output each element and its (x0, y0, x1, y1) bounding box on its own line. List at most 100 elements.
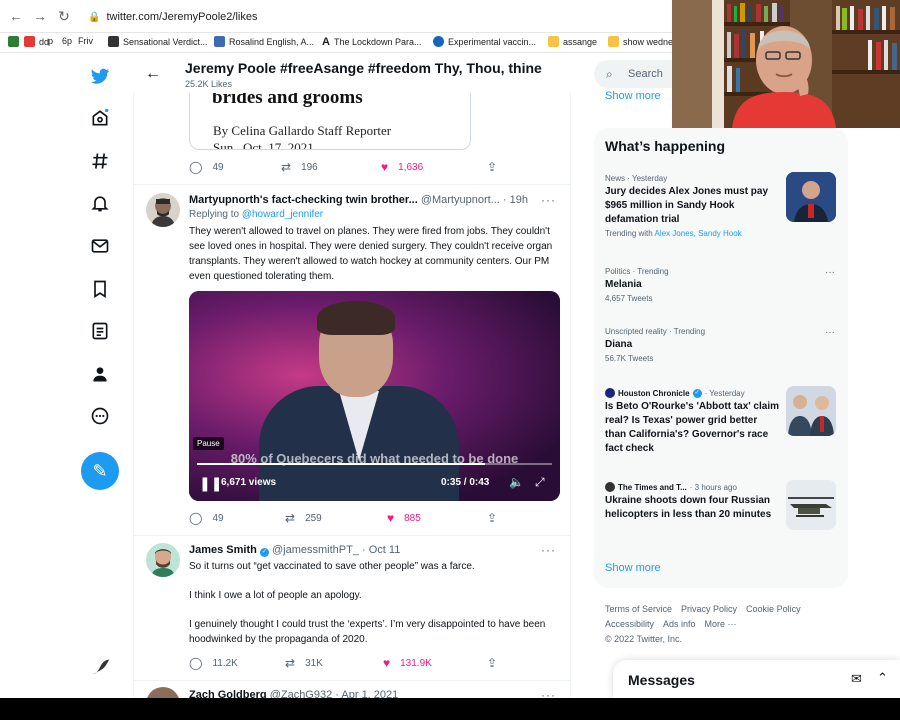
tweet-time[interactable]: · Apr 1, 2021 (335, 689, 398, 698)
copyright: © 2022 Twitter, Inc. (605, 634, 683, 644)
footer-link[interactable]: Privacy Policy (681, 604, 737, 614)
author-handle[interactable]: @ZachG932 (270, 689, 333, 698)
video-player[interactable]: Pause 80% of Quebecers did what needed t… (189, 291, 560, 501)
author-name[interactable]: James Smith (189, 544, 257, 556)
reply-icon: ◯ (189, 656, 203, 670)
tweet-actions: ◯ 49 ⇄ 196 ♥ 1,636 ⇪ (189, 160, 509, 176)
search-input[interactable]: ⌕ Search (594, 60, 684, 88)
footer-link[interactable]: Terms of Service (605, 604, 672, 614)
trend-item[interactable]: Houston Chronicle ✓ · Yesterday Is Beto O'… (605, 386, 841, 456)
video-progress-bar[interactable] (197, 463, 552, 465)
heart-filled-icon: ♥ (381, 160, 389, 174)
lists-icon[interactable] (90, 321, 110, 341)
footer-link[interactable]: More ··· (705, 619, 737, 629)
bookmark[interactable]: A The Lockdown Para... (322, 36, 422, 48)
trend-item[interactable]: Unscripted reality · Trending Diana 56.7… (605, 327, 841, 363)
pause-icon[interactable]: ❚❚ (199, 475, 222, 492)
messages-drawer[interactable]: Messages ✉ ⌃ (613, 660, 900, 700)
news-thumbnail (786, 386, 836, 436)
bookmark-folder[interactable]: show wedne (608, 36, 673, 47)
tweet-text-line: I think I owe a lot of people an apology… (189, 590, 362, 601)
retweet-button[interactable]: ⇄ 259 (285, 511, 322, 525)
like-button[interactable]: ♥ 131.9K (383, 656, 432, 670)
tweet-text-line: So it turns out “get vaccinated to save … (189, 561, 475, 572)
avatar[interactable] (146, 543, 180, 577)
trends-title: What’s happening (605, 138, 726, 154)
author-name[interactable]: Zach Goldberg (189, 689, 267, 698)
trend-more-icon[interactable]: ··· (825, 267, 835, 278)
bookmark[interactable]: Experimental vaccin... (433, 36, 536, 47)
avatar[interactable] (146, 193, 180, 227)
avatar[interactable] (146, 687, 180, 698)
bookmark[interactable]: p (48, 36, 53, 46)
retweet-button[interactable]: ⇄ 196 (281, 160, 318, 174)
bookmark-apps[interactable] (8, 36, 19, 47)
share-icon: ⇪ (487, 511, 498, 525)
reply-icon: ◯ (189, 511, 203, 525)
bookmark-folder[interactable]: assange (548, 36, 597, 47)
search-icon: ⌕ (606, 67, 613, 81)
trend-item[interactable]: Politics · Trending Melania 4,657 Tweets… (605, 267, 841, 303)
like-button[interactable]: ♥ 885 (387, 511, 421, 525)
houston-chronicle-logo-icon (605, 388, 615, 398)
footer-link[interactable]: Ads info (663, 619, 696, 629)
back-arrow-icon[interactable]: ← (145, 65, 161, 83)
more-circle-icon[interactable] (90, 406, 110, 426)
twitter-logo-icon[interactable] (90, 66, 110, 86)
bookmark[interactable]: Sensational Verdict... (108, 36, 208, 47)
reply-button[interactable]: ◯ 11.2K (189, 656, 238, 670)
more-options-icon[interactable]: ··· (541, 193, 556, 207)
author-name[interactable]: Martyupnorth's fact-checking twin brothe… (189, 194, 418, 206)
share-button[interactable]: ⇪ (487, 160, 497, 174)
profile-icon[interactable] (90, 364, 110, 384)
bookmark[interactable]: dd (24, 36, 49, 47)
author-handle[interactable]: @Martyupnort... (421, 194, 500, 206)
share-button[interactable]: ⇪ (487, 656, 497, 670)
show-more-link[interactable]: Show more (605, 90, 661, 102)
like-button[interactable]: ♥ 1,636 (381, 160, 423, 174)
show-more-link[interactable]: Show more (605, 562, 661, 574)
times-logo-icon (605, 482, 615, 492)
share-icon: ⇪ (487, 656, 498, 670)
forward-icon[interactable]: → (32, 8, 48, 24)
more-options-icon[interactable]: ··· (541, 688, 556, 698)
bookmark[interactable]: Friv (78, 36, 93, 46)
account-avatar-icon[interactable] (90, 656, 112, 678)
volume-icon[interactable]: 🔈 (509, 475, 524, 489)
home-icon[interactable] (90, 108, 110, 128)
bookmark[interactable]: 6p (62, 36, 72, 46)
footer-links: Terms of Service Privacy Policy Cookie Pol… (605, 602, 845, 647)
footer-link[interactable]: Cookie Policy (746, 604, 801, 614)
bookmark[interactable]: Rosalind English, A... (214, 36, 314, 47)
messages-envelope-icon[interactable] (90, 236, 110, 256)
back-icon[interactable]: ← (8, 8, 24, 24)
footer-link[interactable]: Accessibility (605, 619, 654, 629)
tweet-time[interactable]: · 19h (503, 194, 528, 206)
reply-button[interactable]: ◯ 49 (189, 160, 224, 174)
trend-more-icon[interactable]: ··· (825, 327, 835, 338)
mention-link[interactable]: @howard_jennifer (242, 209, 323, 220)
compose-tweet-button[interactable]: ✎ (81, 452, 119, 490)
reply-button[interactable]: ◯ 49 (189, 511, 224, 525)
expand-chevron-icon[interactable]: ⌃ (877, 670, 888, 686)
card-date: Sun., Oct. 17, 2021 (213, 140, 314, 150)
address-bar[interactable]: 🔒 twitter.com/JeremyPoole2/likes (80, 6, 670, 28)
retweet-button[interactable]: ⇄ 31K (285, 656, 323, 670)
tweet-time[interactable]: · Oct 11 (362, 544, 400, 556)
more-options-icon[interactable]: ··· (541, 543, 556, 557)
trend-item[interactable]: News · Yesterday Jury decides Alex Jones… (605, 172, 841, 238)
whats-happening-panel: What’s happening News · Yesterday Jury d… (594, 128, 848, 588)
notifications-bell-icon[interactable] (90, 193, 110, 213)
author-handle[interactable]: @jamessmithPT_ (272, 544, 359, 556)
trend-item[interactable]: The Times and T... · 3 hours ago Ukraine … (605, 480, 841, 530)
fullscreen-icon[interactable]: ⤢ (535, 475, 545, 490)
bookmarks-icon[interactable] (90, 279, 110, 299)
share-button[interactable]: ⇪ (487, 511, 497, 525)
tweet-header: Zach Goldberg @ZachG932 · Apr 1, 2021 (189, 689, 549, 698)
heart-filled-icon: ♥ (387, 511, 395, 525)
tweet-actions: ◯ 11.2K ⇄ 31K ♥ 131.9K ⇪ (189, 656, 509, 672)
link-card[interactable]: brides and grooms By Celina Gallardo Sta… (189, 93, 471, 150)
new-message-icon[interactable]: ✉ (851, 671, 862, 687)
explore-hashtag-icon[interactable] (90, 151, 110, 171)
reload-icon[interactable]: ↻ (56, 8, 72, 24)
